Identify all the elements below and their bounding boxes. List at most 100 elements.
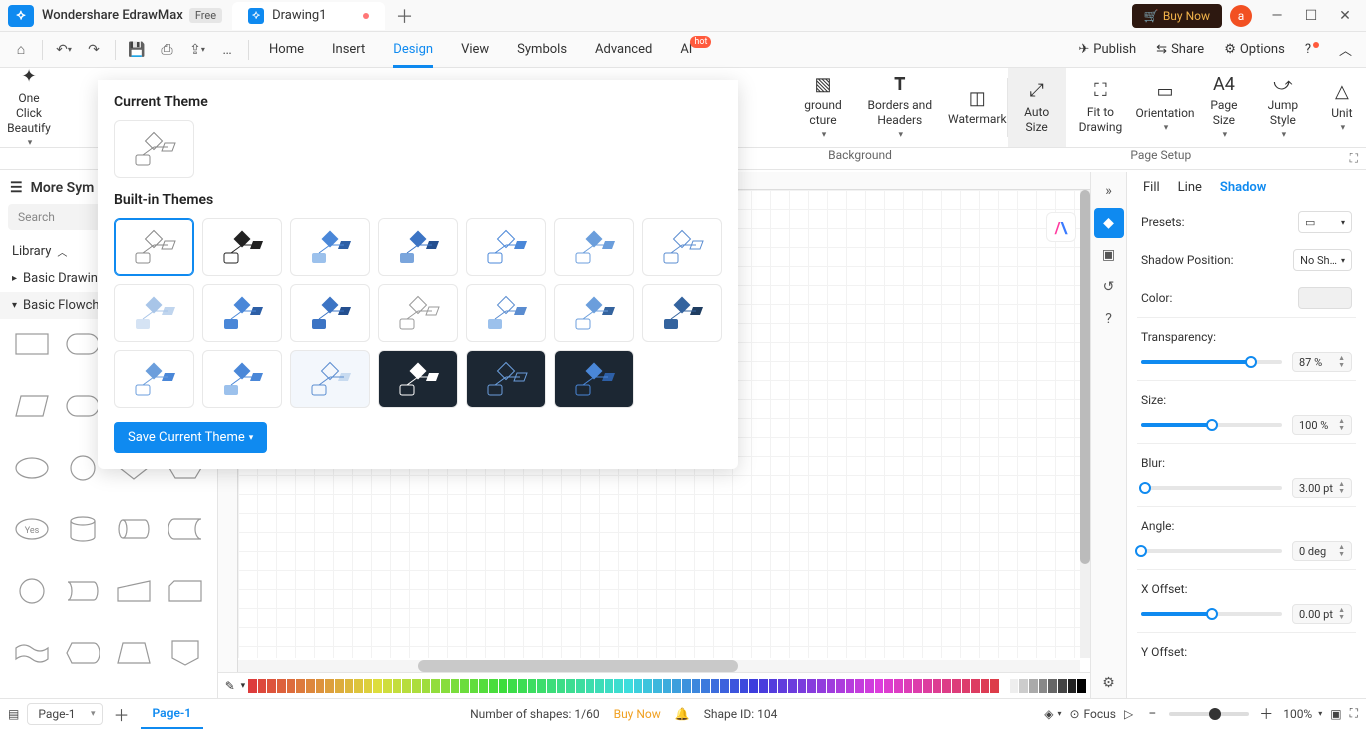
orientation-button[interactable]: ▭Orientation▾ [1135,68,1195,147]
color-swatch[interactable] [682,679,691,693]
help-button[interactable]: ? [1297,42,1327,57]
shape-yes-badge[interactable]: Yes [8,510,55,548]
new-tab-button[interactable]: ＋ [393,4,417,28]
color-swatch[interactable] [528,679,537,693]
theme-thumb[interactable] [466,350,546,408]
save-button[interactable]: 💾 [122,35,152,65]
color-swatch[interactable] [479,679,488,693]
color-swatch[interactable] [855,679,864,693]
menu-design[interactable]: Design [379,32,447,68]
color-swatch[interactable] [827,679,836,693]
shape-wave[interactable] [8,634,55,672]
layers-button[interactable]: ◈▾ [1044,707,1061,721]
color-swatch[interactable] [701,679,710,693]
color-swatch[interactable] [441,679,450,693]
shape-display[interactable] [59,634,106,672]
color-swatch[interactable] [335,679,344,693]
menu-home[interactable]: Home [255,32,318,68]
color-swatch[interactable] [1019,679,1028,693]
color-swatch[interactable] [364,679,373,693]
color-swatch[interactable] [624,679,633,693]
theme-thumb[interactable] [554,218,634,276]
color-swatch[interactable] [990,679,999,693]
color-swatch[interactable] [614,679,623,693]
color-swatch[interactable] [1058,679,1067,693]
color-swatch[interactable] [354,679,363,693]
color-swatch[interactable] [981,679,990,693]
color-swatch[interactable] [836,679,845,693]
color-swatch[interactable] [316,679,325,693]
play-button[interactable]: ▷ [1124,707,1133,721]
more-toolbar-button[interactable]: … [212,35,242,65]
pages-icon[interactable]: ▤ [8,707,19,721]
color-swatch[interactable] [518,679,527,693]
minimize-button[interactable]: — [1260,0,1294,32]
color-swatch[interactable] [740,679,749,693]
theme-thumb[interactable] [378,284,458,342]
theme-thumb[interactable] [642,284,722,342]
color-swatch[interactable] [267,679,276,693]
close-button[interactable]: ✕ [1328,0,1362,32]
color-swatch[interactable] [865,679,874,693]
borders-headers-button[interactable]: 𝐓Borders and Headers▾ [852,68,948,147]
color-swatch[interactable] [962,679,971,693]
theme-thumb[interactable] [290,284,370,342]
color-swatch[interactable] [807,679,816,693]
color-swatch[interactable] [730,679,739,693]
color-swatch[interactable] [913,679,922,693]
color-swatch[interactable] [1010,679,1019,693]
color-swatch[interactable] [537,679,546,693]
add-page-button[interactable]: ＋ [111,703,133,725]
color-swatch[interactable] [431,679,440,693]
settings-panel-icon[interactable]: ⚙ [1094,668,1124,698]
color-swatch[interactable] [557,679,566,693]
color-swatch[interactable] [875,679,884,693]
save-current-theme-button[interactable]: Save Current Theme ▾ [114,422,267,453]
color-swatch[interactable] [933,679,942,693]
blur-slider[interactable] [1141,481,1282,495]
document-tab[interactable]: ⯎ Drawing1 [232,2,384,30]
menu-view[interactable]: View [447,32,503,68]
transparency-value[interactable]: 87 %▲▼ [1292,352,1352,372]
status-buy-now[interactable]: Buy Now [614,707,661,721]
watermark-button[interactable]: ◫Watermark [948,68,1007,147]
color-swatch[interactable] [258,679,267,693]
fullscreen-button[interactable]: ⛶ [1350,706,1358,721]
color-swatch[interactable] [470,679,479,693]
color-swatch[interactable] [672,679,681,693]
undo-button[interactable]: ↶▾ [49,35,79,65]
theme-thumb[interactable] [114,284,194,342]
presentation-icon[interactable]: ▣ [1094,240,1124,270]
color-swatch[interactable] [325,679,334,693]
zoom-slider[interactable] [1169,712,1249,716]
color-swatch[interactable] [634,679,643,693]
color-swatch[interactable] [402,679,411,693]
active-page-tab[interactable]: Page-1 [141,699,204,729]
shape-ellipse[interactable] [8,449,55,487]
theme-thumb[interactable] [202,350,282,408]
color-swatch[interactable] [499,679,508,693]
redo-button[interactable]: ↷ [79,35,109,65]
shadow-position-dropdown[interactable]: No Sh…▾ [1293,249,1352,271]
theme-thumb[interactable] [114,218,194,276]
color-swatch[interactable] [547,679,556,693]
help-panel-icon[interactable]: ? [1094,304,1124,334]
focus-button[interactable]: ⊙ Focus [1069,707,1116,721]
color-swatch[interactable] [653,679,662,693]
color-swatch[interactable] [643,679,652,693]
zoom-out-button[interactable]: − [1141,703,1163,725]
color-swatch[interactable] [373,679,382,693]
color-swatch[interactable] [720,679,729,693]
history-icon[interactable]: ↺ [1094,272,1124,302]
menu-insert[interactable]: Insert [318,32,379,68]
transparency-slider[interactable] [1141,355,1282,369]
color-swatch[interactable] [1000,679,1009,693]
bell-icon[interactable]: 🔔 [675,707,690,721]
color-swatch[interactable] [711,679,720,693]
color-swatch[interactable] [605,679,614,693]
color-swatch[interactable] [749,679,758,693]
color-swatch[interactable] [412,679,421,693]
collapse-ribbon-button[interactable]: ︿ [1331,40,1360,59]
color-swatch[interactable] [1039,679,1048,693]
color-swatch[interactable] [460,679,469,693]
